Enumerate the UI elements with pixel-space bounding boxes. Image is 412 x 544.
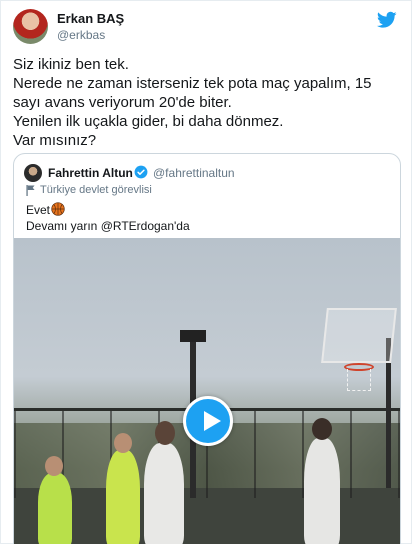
basketball-icon <box>51 202 65 216</box>
video-player <box>106 450 140 544</box>
quoted-tweet[interactable]: Fahrettin Altun @fahrettinaltun Türkiye … <box>13 153 401 544</box>
quoted-author-name[interactable]: Fahrettin Altun <box>48 166 133 180</box>
video-player-head <box>45 456 63 476</box>
quoted-text-line-2: Devamı yarın @RTErdogan'da <box>26 219 190 233</box>
verified-badge-icon <box>134 165 148 179</box>
video-player <box>144 443 184 544</box>
video-player-head <box>114 433 132 453</box>
video-player <box>38 473 72 544</box>
video-player <box>304 438 340 544</box>
flag-icon <box>26 185 35 196</box>
video-backboard <box>321 308 397 363</box>
tweet-card[interactable]: Erkan BAŞ @erkbas Siz ikiniz ben tek. Ne… <box>0 0 412 544</box>
quoted-author-avatar[interactable] <box>24 164 42 182</box>
author-name[interactable]: Erkan BAŞ <box>57 11 124 26</box>
author-avatar[interactable] <box>13 9 48 44</box>
video-floodlight <box>180 330 206 342</box>
video-player-head <box>312 418 332 440</box>
video-hoop-net <box>347 369 371 391</box>
twitter-bird-icon[interactable] <box>377 11 397 29</box>
embedded-video[interactable] <box>14 238 400 544</box>
play-button[interactable] <box>183 396 233 446</box>
state-affiliation-label[interactable]: Türkiye devlet görevlisi <box>40 184 152 196</box>
quoted-text-line-1: Evet <box>26 203 51 217</box>
author-handle[interactable]: @erkbas <box>57 28 105 42</box>
play-icon <box>204 411 221 431</box>
tweet-text: Siz ikiniz ben tek. Nerede ne zaman iste… <box>13 56 372 149</box>
video-player-head <box>155 421 175 445</box>
quoted-author-handle[interactable]: @fahrettinaltun <box>153 166 235 180</box>
